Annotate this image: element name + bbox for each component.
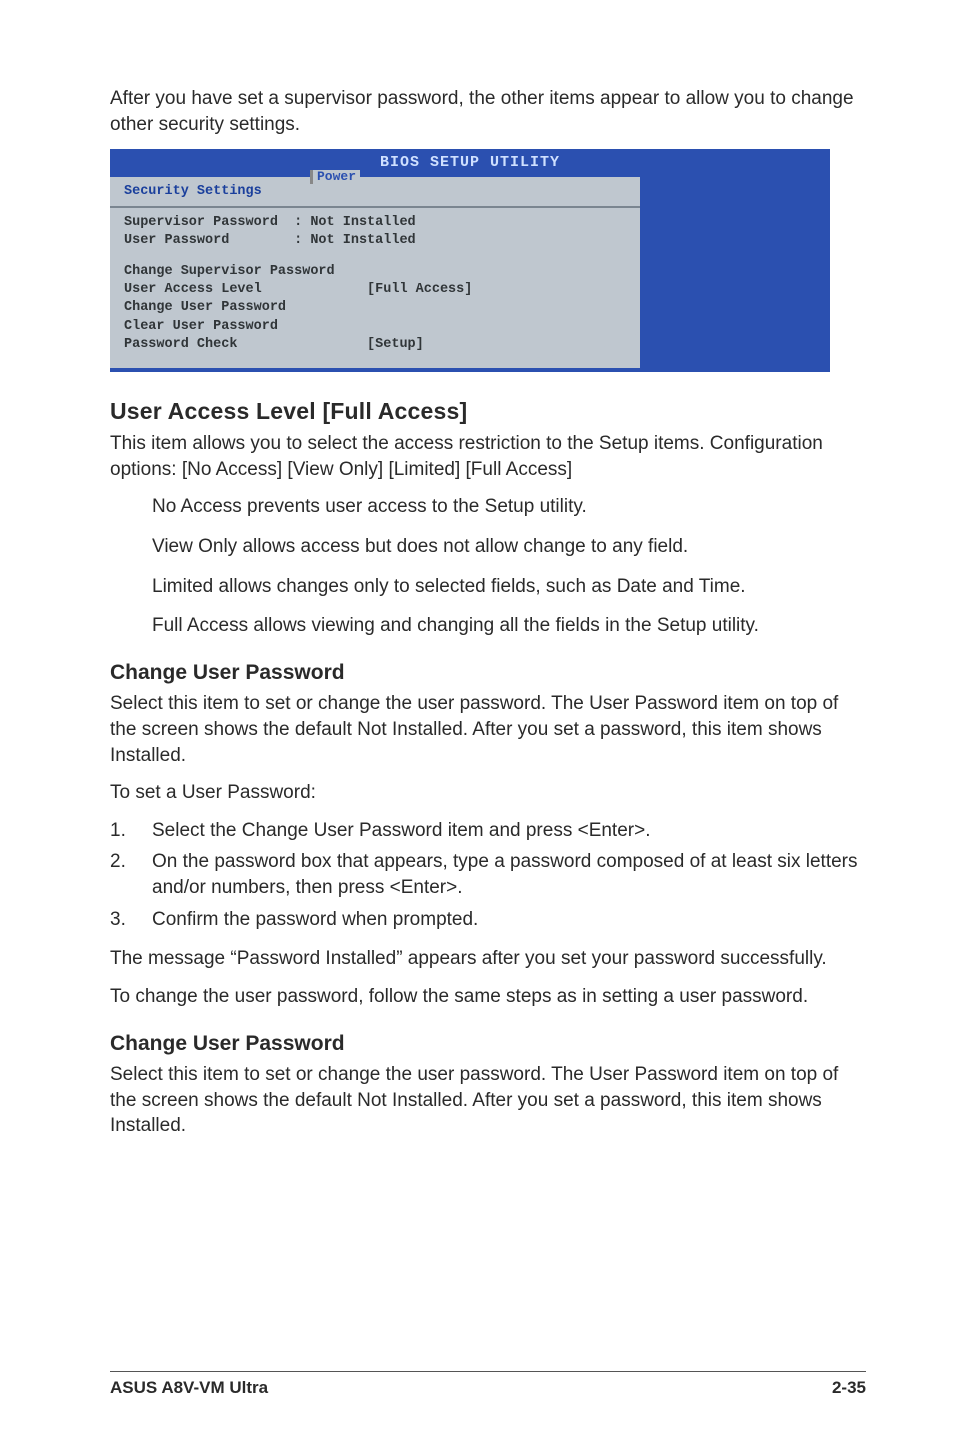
step-text: Confirm the password when prompted.: [152, 907, 866, 933]
ual-full-access: Full Access allows viewing and changing …: [152, 613, 866, 639]
list-item: 3. Confirm the password when prompted.: [110, 907, 866, 933]
step-text: On the password box that appears, type a…: [152, 849, 866, 900]
footer-page-number: 2-35: [832, 1377, 866, 1400]
heading-user-access-level: User Access Level [Full Access]: [110, 396, 866, 427]
bios-line-clear-user-pw: Clear User Password: [124, 318, 626, 336]
list-item: 1. Select the Change User Password item …: [110, 818, 866, 844]
bios-line-change-user-pw: Change User Password: [124, 299, 626, 317]
footer-rule: [110, 1371, 866, 1372]
ual-view-only: View Only allows access but does not all…: [152, 534, 866, 560]
cup1-success-message: The message “Password Installed” appears…: [110, 946, 866, 972]
ual-limited: Limited allows changes only to selected …: [152, 574, 866, 600]
step-number: 3.: [110, 907, 152, 933]
list-item: 2. On the password box that appears, typ…: [110, 849, 866, 900]
bios-side-panel: [640, 177, 830, 368]
heading-change-user-password-1: Change User Password: [110, 659, 866, 687]
step-number: 2.: [110, 849, 152, 900]
bios-tab-power: Power: [310, 170, 360, 184]
ual-no-access: No Access prevents user access to the Se…: [152, 494, 866, 520]
bios-line-password-check: Password Check [Setup]: [124, 336, 626, 354]
step-text: Select the Change User Password item and…: [152, 818, 866, 844]
intro-paragraph: After you have set a supervisor password…: [110, 86, 866, 137]
bios-line-user-access-level: User Access Level [Full Access]: [124, 281, 626, 299]
page-footer: ASUS A8V-VM Ultra 2-35: [110, 1377, 866, 1400]
ual-options-list: No Access prevents user access to the Se…: [110, 494, 866, 639]
bios-line-supervisor-password: Supervisor Password : Not Installed: [124, 214, 626, 232]
heading-change-user-password-2: Change User Password: [110, 1030, 866, 1058]
ual-description: This item allows you to select the acces…: [110, 431, 866, 482]
cup1-to-set: To set a User Password:: [110, 780, 866, 806]
footer-product: ASUS A8V-VM Ultra: [110, 1377, 268, 1400]
set-password-steps: 1. Select the Change User Password item …: [110, 818, 866, 933]
bios-title: BIOS SETUP UTILITY: [380, 153, 560, 173]
cup2-description: Select this item to set or change the us…: [110, 1062, 866, 1139]
cup1-description: Select this item to set or change the us…: [110, 691, 866, 768]
cup1-change-note: To change the user password, follow the …: [110, 984, 866, 1010]
bios-line-change-supervisor: Change Supervisor Password: [124, 263, 626, 281]
bios-screenshot: BIOS SETUP UTILITY Power Security Settin…: [110, 149, 830, 372]
bios-section-title: Security Settings: [110, 177, 640, 207]
bios-line-user-password: User Password : Not Installed: [124, 232, 626, 250]
step-number: 1.: [110, 818, 152, 844]
